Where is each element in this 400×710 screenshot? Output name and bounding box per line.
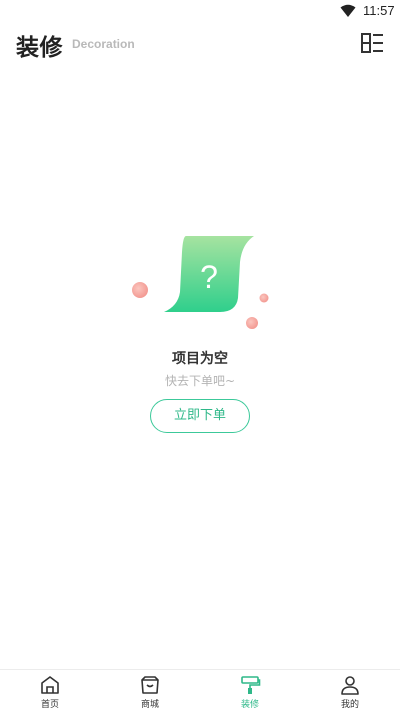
user-icon	[341, 676, 359, 695]
nav-item-mine[interactable]: 我的	[300, 670, 400, 710]
question-mark: ?	[200, 259, 218, 295]
nav-item-shop[interactable]: 商城	[100, 670, 200, 710]
empty-title: 项目为空	[172, 351, 228, 367]
bottom-nav: 首页 商城 装修 我的	[0, 669, 400, 710]
place-order-button[interactable]: 立即下单	[150, 399, 250, 433]
nav-label-home: 首页	[40, 700, 59, 710]
status-time: 11:57	[363, 3, 395, 18]
status-bar: 11:57	[0, 0, 400, 24]
home-icon	[41, 676, 59, 694]
page-header: 装修 Decoration	[0, 26, 400, 64]
page-title: 装修	[16, 35, 63, 61]
paint-roller-icon	[241, 676, 261, 694]
nav-label-decoration: 装修	[240, 700, 259, 710]
shop-bag-icon	[141, 676, 159, 694]
nav-item-home[interactable]: 首页	[0, 670, 100, 710]
page-subtitle: Decoration	[72, 37, 135, 51]
nav-item-decoration[interactable]: 装修	[200, 670, 300, 710]
nav-label-mine: 我的	[340, 700, 359, 710]
list-menu-icon[interactable]	[359, 30, 385, 56]
empty-subtitle: 快去下单吧~	[164, 374, 236, 388]
empty-illustration: ?	[132, 236, 269, 329]
nav-label-shop: 商城	[140, 700, 159, 710]
wifi-icon	[340, 4, 356, 17]
